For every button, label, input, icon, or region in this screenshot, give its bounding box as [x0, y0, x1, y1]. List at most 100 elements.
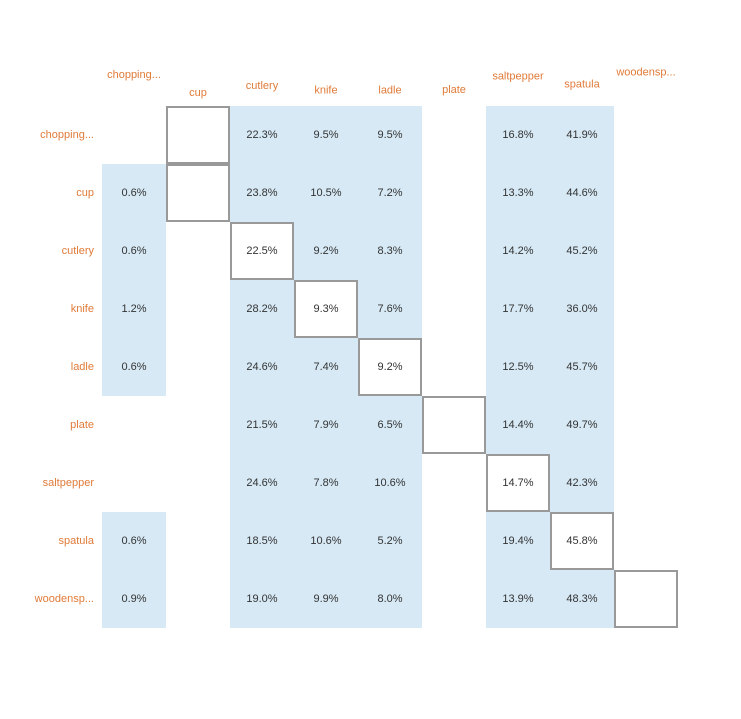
matrix-cell-r7-c4: 5.2% [358, 512, 422, 570]
matrix-cell-r5-c6: 14.4% [486, 396, 550, 454]
matrix-cell-r6-c4: 10.6% [358, 454, 422, 512]
col-header-text-8: woodensp... [616, 66, 675, 78]
col-header-1: cup [166, 36, 230, 106]
matrix-cell-r0-c7: 41.9% [550, 106, 614, 164]
matrix-cell-r3-c5 [422, 280, 486, 338]
col-header-5: plate [422, 36, 486, 106]
cell-value: 5.2% [377, 535, 402, 547]
matrix-cell-r3-c3: 9.3% [294, 280, 358, 338]
col-header-2: cutlery [230, 36, 294, 106]
col-header-3: knife [294, 36, 358, 106]
cell-value: 9.5% [377, 129, 402, 141]
table-row: knife1.2%28.2%9.3%7.6%17.7%36.0% [22, 280, 678, 338]
col-header-0: chopping... [102, 36, 166, 106]
matrix-cell-r4-c2: 24.6% [230, 338, 294, 396]
matrix-cell-r4-c1 [166, 338, 230, 396]
matrix-cell-r7-c1 [166, 512, 230, 570]
row-header-8: woodensp... [22, 593, 102, 605]
cell-value: 9.2% [313, 245, 338, 257]
matrix-cell-r3-c6: 17.7% [486, 280, 550, 338]
matrix-cell-r6-c6: 14.7% [486, 454, 550, 512]
matrix-cell-r7-c0: 0.6% [102, 512, 166, 570]
table-row: cutlery0.6% 22.5% 9.2% 8.3% 14.2% 45.2% [22, 222, 678, 280]
matrix-cell-r3-c1 [166, 280, 230, 338]
matrix-cell-r5-c2: 21.5% [230, 396, 294, 454]
matrix-cell-r8-c3: 9.9% [294, 570, 358, 628]
matrix-cell-r1-c4: 7.2% [358, 164, 422, 222]
matrix-cell-r6-c8 [614, 454, 678, 512]
matrix-cell-r0-c1 [166, 106, 230, 164]
matrix-cell-r7-c3: 10.6% [294, 512, 358, 570]
matrix-cell-r1-c5 [422, 164, 486, 222]
matrix-cell-r2-c8 [614, 222, 678, 280]
matrix-rows: chopping...22.3%9.5%9.5%16.8%41.9%cup0.6… [22, 106, 678, 628]
matrix-cell-r8-c8 [614, 570, 678, 628]
matrix-cell-r5-c3: 7.9% [294, 396, 358, 454]
cell-value: 19.4% [502, 535, 533, 547]
matrix-cell-r1-c8 [614, 164, 678, 222]
cell-value: 14.4% [502, 419, 533, 431]
matrix-cell-r4-c4: 9.2% [358, 338, 422, 396]
matrix-cell-r8-c4: 8.0% [358, 570, 422, 628]
col-header-4: ladle [358, 36, 422, 106]
cell-value: 45.7% [566, 361, 597, 373]
matrix-cell-r0-c6: 16.8% [486, 106, 550, 164]
table-row: chopping...22.3%9.5%9.5%16.8%41.9% [22, 106, 678, 164]
matrix-cell-r2-c3: 9.2% [294, 222, 358, 280]
row-header-1: cup [22, 187, 102, 199]
matrix-cell-r0-c3: 9.5% [294, 106, 358, 164]
cell-value: 36.0% [566, 303, 597, 315]
matrix-cell-r7-c7: 45.8% [550, 512, 614, 570]
matrix-cell-r2-c4: 8.3% [358, 222, 422, 280]
cell-value: 18.5% [246, 535, 277, 547]
matrix-cell-r5-c0 [102, 396, 166, 454]
cell-value: 8.0% [377, 593, 402, 605]
col-header-text-5: plate [442, 84, 466, 96]
cell-value: 0.6% [121, 535, 146, 547]
table-row: spatula 0.6% 18.5% 10.6% 5.2% 19.4% 45.8% [22, 512, 678, 570]
cell-value: 7.2% [377, 187, 402, 199]
col-header-text-0: chopping... [107, 69, 161, 81]
cell-value: 42.3% [566, 477, 597, 489]
matrix-cell-r4-c6: 12.5% [486, 338, 550, 396]
cell-value: 24.6% [246, 361, 277, 373]
row-header-7: spatula [22, 535, 102, 547]
matrix-cell-r6-c3: 7.8% [294, 454, 358, 512]
table-row: plate21.5%7.9%6.5%14.4%49.7% [22, 396, 678, 454]
cell-value: 48.3% [566, 593, 597, 605]
cell-value: 14.2% [502, 245, 533, 257]
cell-value: 10.6% [310, 535, 341, 547]
matrix-cell-r3-c8 [614, 280, 678, 338]
cell-value: 23.8% [246, 187, 277, 199]
matrix-cell-r0-c8 [614, 106, 678, 164]
matrix-cell-r5-c5 [422, 396, 486, 454]
matrix-cell-r2-c7: 45.2% [550, 222, 614, 280]
cell-value: 8.3% [377, 245, 402, 257]
matrix-cell-r0-c0 [102, 106, 166, 164]
row-header-2: cutlery [22, 245, 102, 257]
cell-value: 13.3% [502, 187, 533, 199]
col-header-text-1: cup [189, 87, 207, 99]
cell-value: 22.3% [246, 129, 277, 141]
matrix-cell-r4-c3: 7.4% [294, 338, 358, 396]
cell-value: 45.2% [566, 245, 597, 257]
matrix-cell-r3-c0: 1.2% [102, 280, 166, 338]
matrix-cell-r3-c4: 7.6% [358, 280, 422, 338]
matrix-cell-r1-c6: 13.3% [486, 164, 550, 222]
cell-value: 16.8% [502, 129, 533, 141]
matrix-cell-r5-c8 [614, 396, 678, 454]
matrix-cell-r1-c2: 23.8% [230, 164, 294, 222]
col-header-text-6: saltpepper [492, 70, 543, 82]
row-header-5: plate [22, 419, 102, 431]
matrix-cell-r2-c2: 22.5% [230, 222, 294, 280]
matrix-cell-r8-c5 [422, 570, 486, 628]
cell-value: 1.2% [121, 303, 146, 315]
matrix-cell-r7-c8 [614, 512, 678, 570]
cell-value: 10.6% [374, 477, 405, 489]
matrix-cell-r2-c0: 0.6% [102, 222, 166, 280]
cell-value: 28.2% [246, 303, 277, 315]
matrix-cell-r1-c7: 44.6% [550, 164, 614, 222]
matrix-cell-r1-c1 [166, 164, 230, 222]
matrix-cell-r7-c5 [422, 512, 486, 570]
matrix-cell-r3-c7: 36.0% [550, 280, 614, 338]
